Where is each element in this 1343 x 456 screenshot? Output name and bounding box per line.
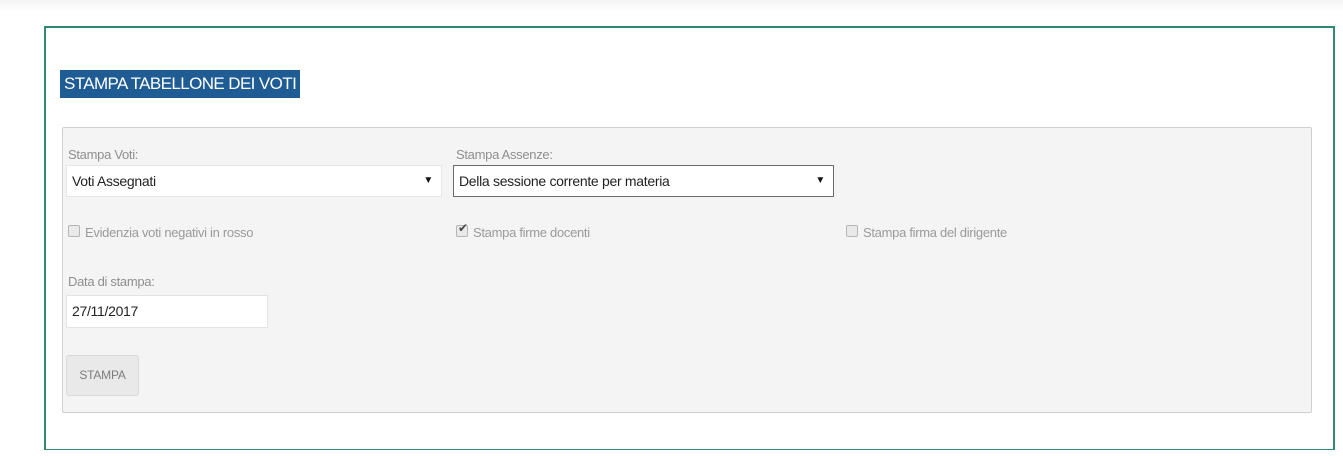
stampa-firma-dirigente-label: Stampa firma del dirigente bbox=[863, 225, 1007, 240]
stampa-assenze-select[interactable]: Della sessione corrente per materia ▼ bbox=[453, 165, 834, 197]
stampa-firme-docenti-checkbox[interactable]: ✔ bbox=[456, 221, 468, 237]
stampa-firme-docenti-label: Stampa firme docenti bbox=[473, 225, 590, 240]
data-stampa-label: Data di stampa: bbox=[68, 274, 155, 289]
stampa-voti-value: Voti Assegnati bbox=[72, 173, 156, 189]
stampa-firma-dirigente-checkbox[interactable] bbox=[846, 225, 858, 237]
print-form: Stampa Voti: Voti Assegnati ▼ Stampa Ass… bbox=[62, 127, 1312, 413]
data-stampa-input[interactable]: 27/11/2017 bbox=[66, 295, 268, 328]
section-title: STAMPA TABELLONE DEI VOTI bbox=[60, 70, 301, 98]
evidenzia-voti-checkbox[interactable] bbox=[68, 225, 80, 237]
stampa-voti-select[interactable]: Voti Assegnati ▼ bbox=[66, 165, 442, 197]
checkmark-icon: ✔ bbox=[458, 221, 469, 235]
dropdown-caret-icon: ▼ bbox=[423, 175, 433, 186]
evidenzia-voti-label: Evidenzia voti negativi in rosso bbox=[85, 225, 254, 240]
stampa-assenze-label: Stampa Assenze: bbox=[456, 147, 553, 162]
stampa-assenze-value: Della sessione corrente per materia bbox=[459, 173, 670, 189]
stampa-button[interactable]: STAMPA bbox=[66, 355, 139, 396]
stampa-voti-label: Stampa Voti: bbox=[68, 147, 139, 162]
dropdown-caret-icon: ▼ bbox=[815, 175, 825, 186]
print-panel: STAMPA TABELLONE DEI VOTI Stampa Voti: V… bbox=[44, 26, 1335, 450]
